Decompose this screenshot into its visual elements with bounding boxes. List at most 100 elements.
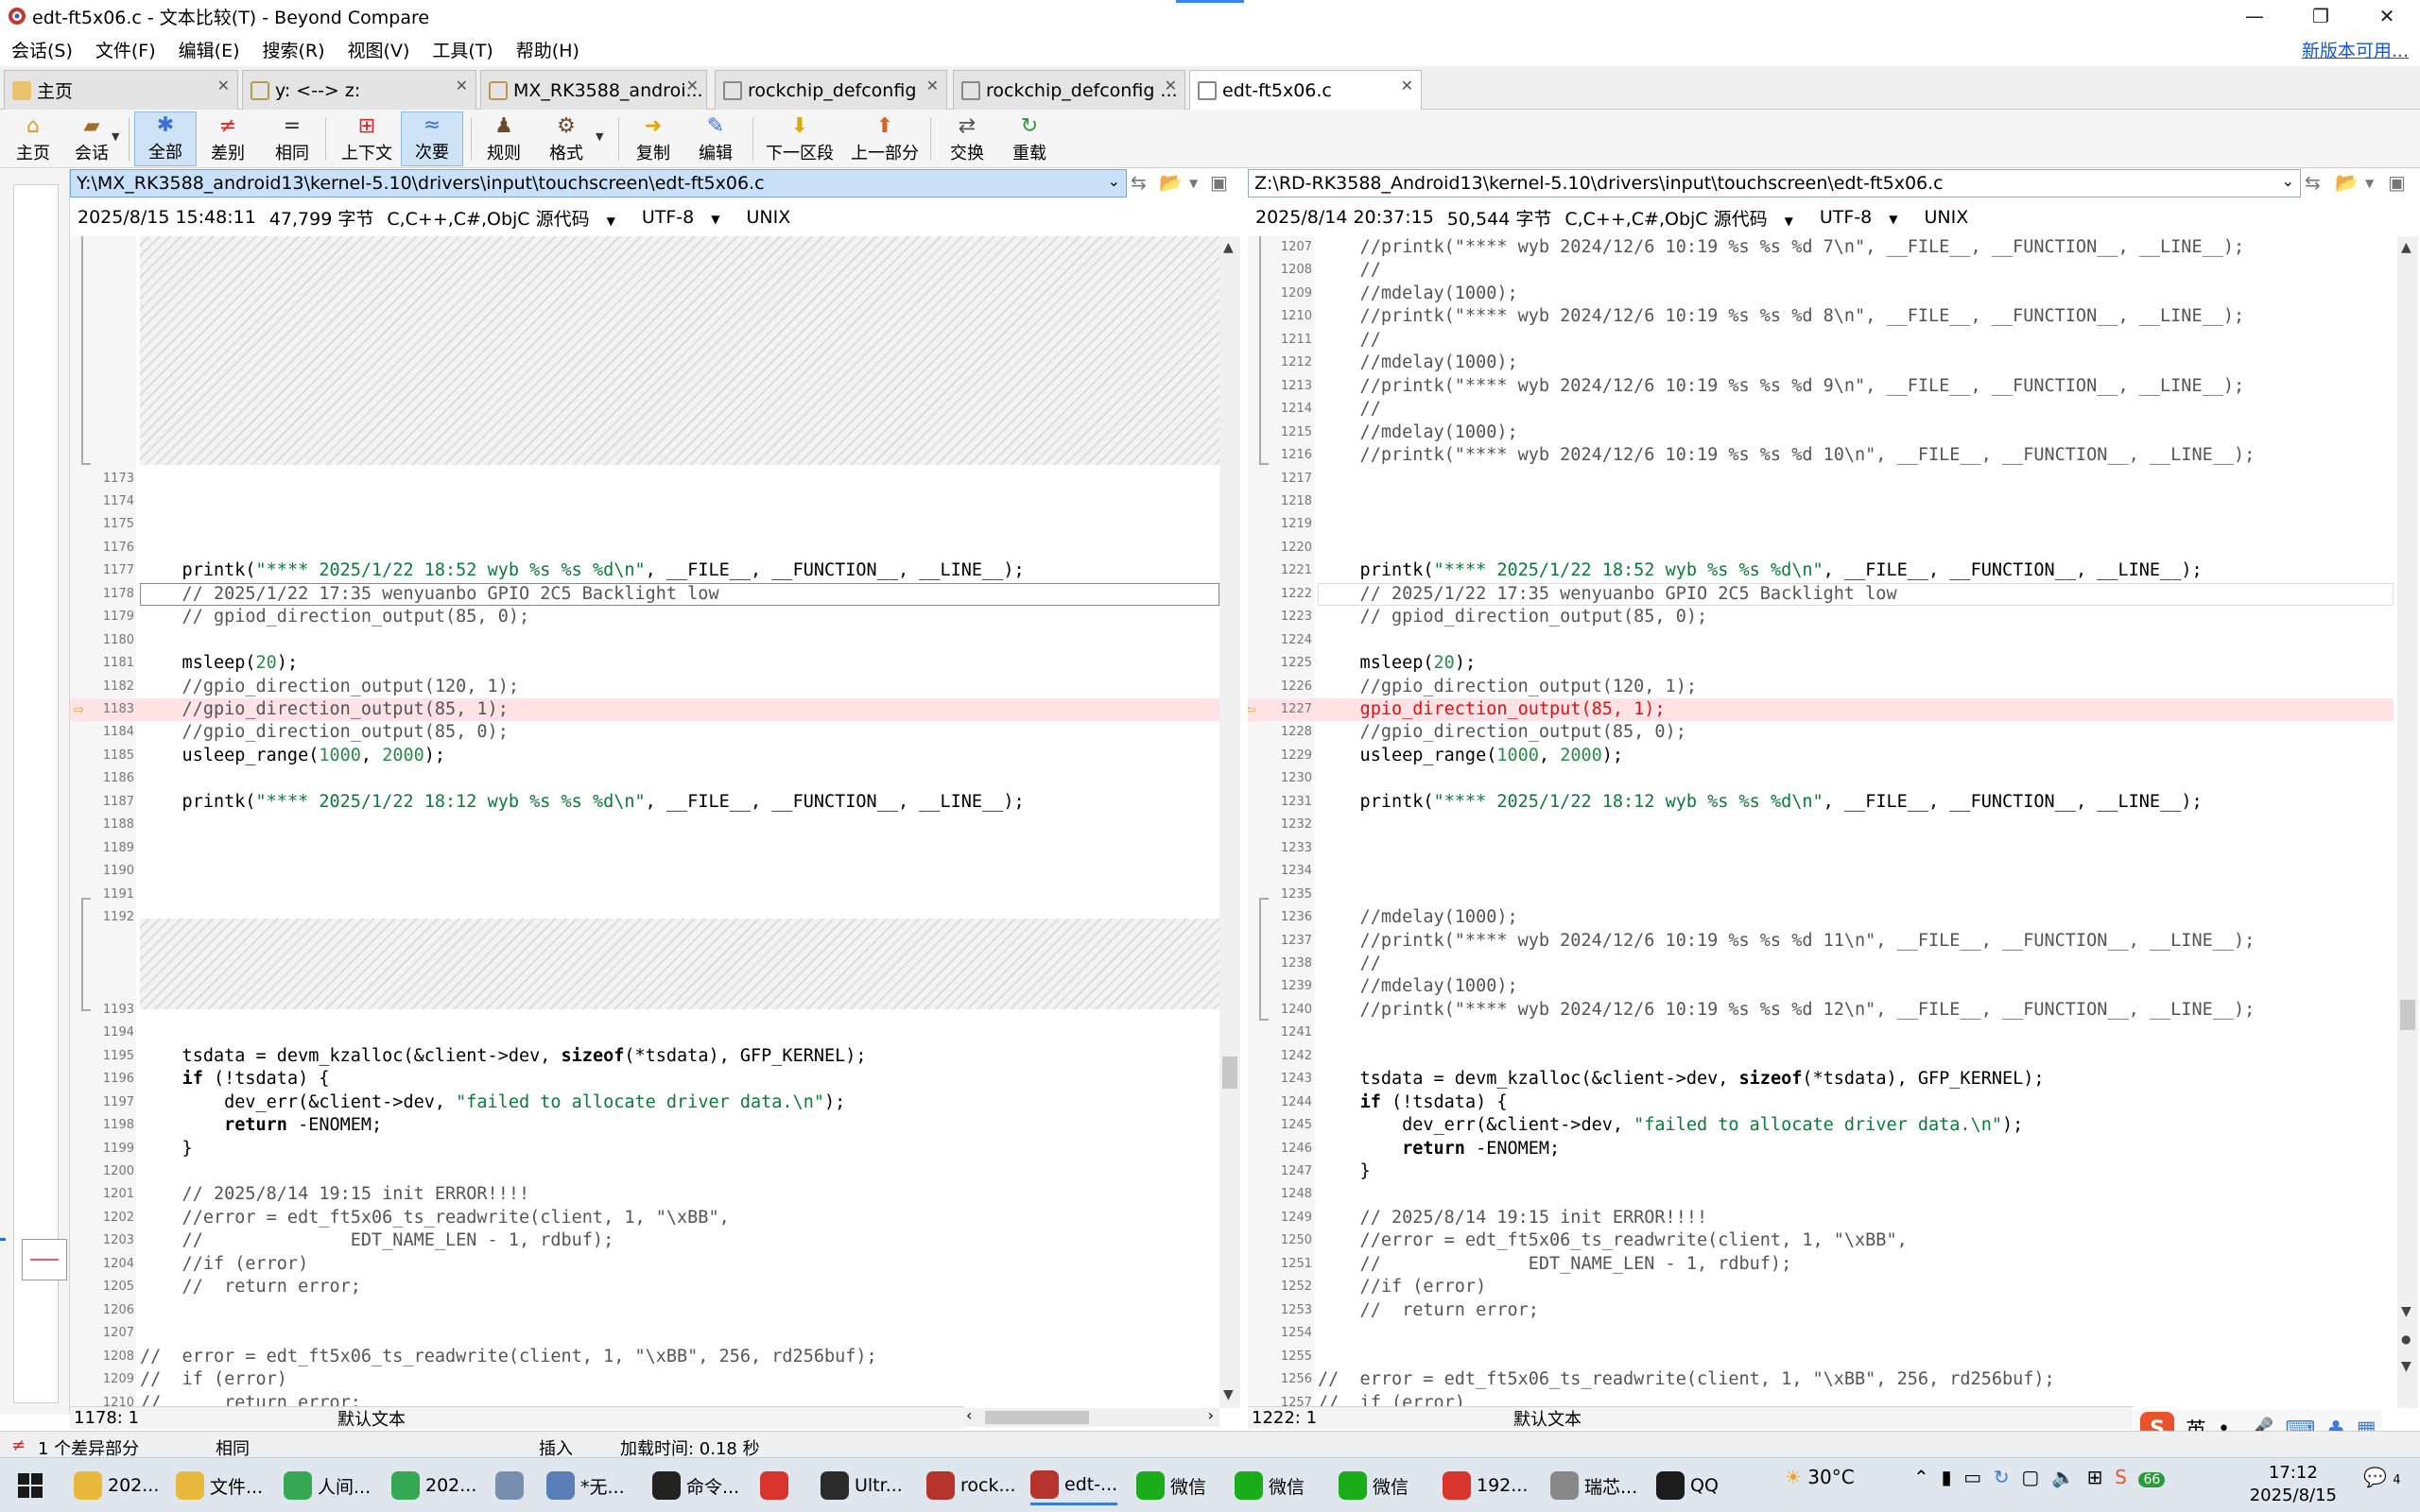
code-line[interactable]: 1240 //printk("**** wyb 2024/12/6 10:19 … [1248, 999, 2394, 1022]
code-line[interactable]: 1251 // EDT_NAME_LEN - 1, rdbuf); [1248, 1253, 2394, 1276]
taskbar-item[interactable]: *无... [546, 1466, 625, 1505]
chevron-down-icon[interactable]: ⌄ [2282, 172, 2294, 190]
code-line[interactable]: 1220 [1248, 537, 2394, 559]
code-line[interactable]: 1232 [1248, 814, 2394, 836]
thumbnail-map[interactable] [13, 184, 67, 1403]
close-icon[interactable]: ✕ [686, 77, 699, 94]
chevron-up-icon[interactable]: ⌃ [1913, 1466, 1929, 1488]
code-line[interactable]: 1203 // EDT_NAME_LEN - 1, rdbuf); [70, 1229, 1219, 1252]
code-line[interactable]: 1186 [70, 767, 1219, 790]
taskbar-item[interactable]: edt-... [1030, 1466, 1118, 1505]
scroll-bottom-icon[interactable]: ▼ [2401, 1359, 2411, 1374]
code-line[interactable]: 1255 [1248, 1346, 2394, 1368]
code-line[interactable]: 1189 [70, 837, 1219, 860]
taskbar-item[interactable]: 微信 [1339, 1466, 1409, 1505]
minimize-button[interactable]: — [2221, 0, 2288, 32]
code-line[interactable]: 1209 // if (error) [70, 1368, 1219, 1391]
chevron-down-icon[interactable]: ▼ [112, 130, 119, 143]
folder-open-icon[interactable]: 📂 [2335, 171, 2359, 194]
code-line[interactable]: 1204 //if (error) [70, 1253, 1219, 1276]
code-line[interactable]: 1176 [70, 537, 1219, 559]
code-line[interactable]: 1250 //error = edt_ft5x06_ts_readwrite(c… [1248, 1229, 2394, 1252]
battery-badge[interactable]: 66 [2138, 1472, 2166, 1487]
menu-search[interactable]: 搜索(R) [251, 37, 337, 62]
copy-button[interactable]: ➜ 复制 [628, 112, 679, 166]
code-line[interactable]: 1200 [70, 1160, 1219, 1183]
code-line[interactable]: 1229 usleep_range(1000, 2000); [1248, 745, 2394, 767]
code-line[interactable]: 1248 [1248, 1183, 2394, 1206]
diff-arrow-icon[interactable]: ⇨ [74, 698, 84, 721]
close-icon[interactable]: ✕ [217, 77, 230, 94]
new-version-link[interactable]: 新版本可用... [2302, 37, 2409, 62]
menu-session[interactable]: 会话(S) [0, 37, 84, 62]
right-file-encoding[interactable]: UTF-8 ▼ [1820, 207, 1911, 228]
code-line[interactable]: 1207 [70, 1322, 1219, 1345]
folder-open-icon[interactable]: 📂 [1159, 171, 1183, 194]
code-line[interactable]: 1231 printk("**** 2025/1/22 18:12 wyb %s… [1248, 791, 2394, 814]
minor-button[interactable]: ≈ 次要 [401, 112, 463, 166]
scroll-left-icon[interactable]: ‹ [966, 1406, 972, 1424]
home-button[interactable]: ⌂ 主页 [9, 112, 57, 166]
code-line[interactable]: 1237 //printk("**** wyb 2024/12/6 10:19 … [1248, 930, 2394, 953]
left-horizontal-scrollbar[interactable]: ‹ › [964, 1406, 1219, 1427]
taskbar-item[interactable]: 微信 [1235, 1466, 1305, 1505]
code-line[interactable]: 1175 [70, 513, 1219, 536]
scroll-up-icon[interactable]: ▲ [1223, 240, 1234, 255]
save-icon[interactable]: ▣ [2388, 171, 2406, 194]
show-same-button[interactable]: = 相同 [267, 112, 318, 166]
code-line[interactable]: 1219 [1248, 513, 2394, 536]
weather-widget[interactable]: ☀ 30°C [1785, 1466, 1855, 1488]
session-button[interactable]: ▰ 会话 [66, 112, 117, 166]
code-line[interactable]: 1254 [1248, 1322, 2394, 1345]
scroll-up-icon[interactable]: ▲ [2401, 240, 2411, 255]
code-line[interactable]: 1234 [1248, 860, 2394, 883]
next-section-button[interactable]: ⬇ 下一区段 [762, 112, 838, 166]
edit-button[interactable]: ✎ 编辑 [690, 112, 741, 166]
code-line[interactable]: 1213 //printk("**** wyb 2024/12/6 10:19 … [1248, 375, 2394, 398]
start-button[interactable] [17, 1466, 43, 1505]
swap-sides-icon[interactable]: ⇆ [2305, 171, 2321, 194]
show-diffs-button[interactable]: ≠ 差别 [202, 112, 253, 166]
context-button[interactable]: ⊞ 上下文 [333, 112, 401, 166]
code-line[interactable]: 1179 // gpiod_direction_output(85, 0); [70, 606, 1219, 628]
code-line[interactable]: 1183 //gpio_direction_output(85, 1); ⇨ [70, 698, 1219, 721]
code-line[interactable]: 1180 [70, 629, 1219, 652]
scroll-right-icon[interactable]: › [1208, 1406, 1214, 1424]
menu-file[interactable]: 文件(F) [84, 37, 167, 62]
taskbar-item[interactable]: 文件... [176, 1466, 263, 1505]
code-line[interactable]: 1233 [1248, 837, 2394, 860]
code-line[interactable]: 1210 //printk("**** wyb 2024/12/6 10:19 … [1248, 305, 2394, 328]
taskbar-item[interactable]: Ultr... [821, 1466, 903, 1505]
code-line[interactable]: 1191 [70, 884, 1219, 906]
right-path-input[interactable]: Z:\RD-RK3588_Android13\kernel-5.10\drive… [1248, 169, 2301, 198]
scroll-down-icon[interactable]: ▼ [2401, 1304, 2411, 1319]
code-line[interactable]: 1216 //printk("**** wyb 2024/12/6 10:19 … [1248, 444, 2394, 467]
taskbar-item[interactable]: 人间... [284, 1466, 371, 1505]
code-line[interactable]: 1227 gpio_direction_output(85, 1); ⇦ [1248, 698, 2394, 721]
format-button[interactable]: ⚙ 格式 [541, 112, 592, 166]
scroll-thumb[interactable] [2400, 1000, 2415, 1030]
close-icon[interactable]: ✕ [1165, 77, 1177, 94]
code-line[interactable]: 1212 //mdelay(1000); [1248, 352, 2394, 374]
left-code-pane[interactable]: 1173 1174 1175 1176 1177 printk("**** 2025/1… [70, 236, 1219, 1408]
tab-edt-ft5x06[interactable]: edt-ft5x06.c ✕ [1189, 70, 1422, 111]
left-path-input[interactable]: Y:\MX_RK3588_android13\kernel-5.10\drive… [70, 169, 1127, 198]
code-line[interactable]: 1253 // return error; [1248, 1299, 2394, 1322]
menu-view[interactable]: 视图(V) [337, 37, 422, 62]
code-line[interactable]: 1195 tsdata = devm_kzalloc(&client->dev,… [70, 1045, 1219, 1068]
code-line[interactable]: 1249 // 2025/8/14 19:15 init ERROR!!!! [1248, 1207, 2394, 1229]
code-line[interactable]: 1181 msleep(20); [70, 652, 1219, 675]
taskbar-item[interactable]: QQ [1656, 1466, 1719, 1505]
taskbar-item[interactable]: 192... [1443, 1466, 1528, 1505]
taskbar-item[interactable] [495, 1466, 529, 1505]
tab-rockchip-defconfig-2[interactable]: rockchip_defconfig ... ✕ [953, 70, 1185, 110]
chevron-down-icon[interactable]: ⌄ [1108, 172, 1120, 190]
notification-button[interactable]: 💬 4 [2363, 1466, 2401, 1488]
code-line[interactable]: 1225 msleep(20); [1248, 652, 2394, 675]
code-line[interactable]: 1238 // [1248, 953, 2394, 975]
right-code-pane[interactable]: 1207 //printk("**** wyb 2024/12/6 10:19 … [1248, 236, 2394, 1408]
thumbnail-overview[interactable] [0, 169, 70, 1415]
system-clock[interactable]: 17:12 2025/8/15 [2250, 1462, 2337, 1507]
network-icon[interactable]: ⊞ [2087, 1466, 2103, 1488]
left-vertical-scrollbar[interactable]: ▲ ▼ [1219, 236, 1240, 1408]
